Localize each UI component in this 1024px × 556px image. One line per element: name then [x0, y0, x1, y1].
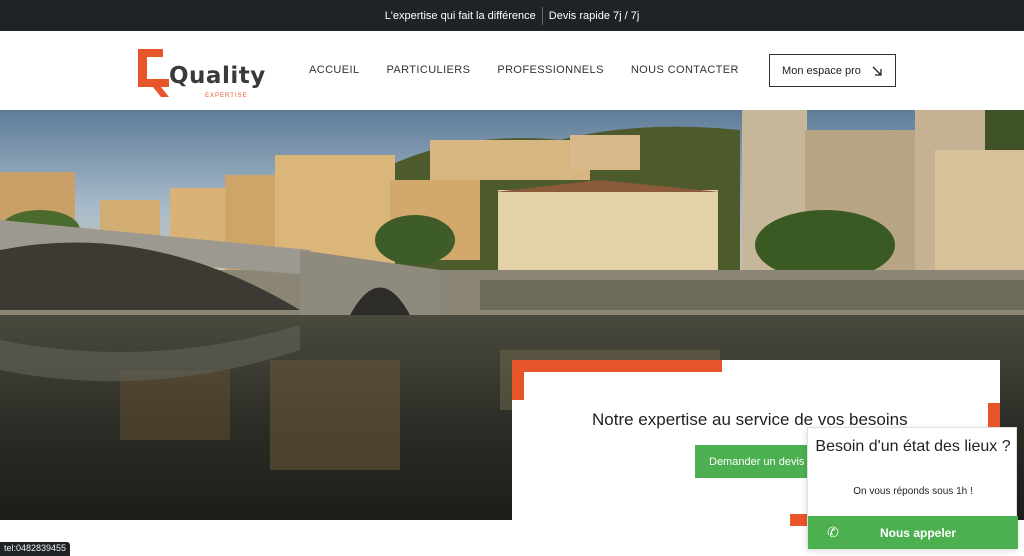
tagline-text: L'expertise qui fait la différence: [384, 9, 536, 22]
card-accent-left: [512, 360, 524, 400]
nav-item-accueil[interactable]: ACCUEIL: [309, 64, 359, 76]
site-header: Quality EXPERTISE ACCUEIL PARTICULIERS P…: [0, 31, 1024, 110]
call-button[interactable]: ✆ Nous appeler: [808, 516, 1018, 549]
divider: [541, 6, 543, 25]
call-button-label: Nous appeler: [879, 525, 957, 540]
logo-wordmark: Quality: [169, 63, 266, 89]
card-accent-top: [512, 360, 722, 372]
callback-widget: Besoin d'un état des lieux ? On vous rép…: [807, 427, 1018, 549]
widget-subtitle: On vous réponds sous 1h !: [853, 486, 973, 497]
pro-space-label: Mon espace pro: [782, 64, 861, 77]
logo[interactable]: Quality EXPERTISE: [135, 43, 265, 103]
request-quote-label: Demander un devis: [709, 455, 805, 468]
nav-item-particuliers[interactable]: PARTICULIERS: [386, 64, 470, 76]
link-status-tooltip: tel:0482839455: [0, 542, 71, 556]
announcement-bar: L'expertise qui fait la différence Devis…: [0, 0, 1024, 31]
request-quote-button[interactable]: Demander un devis: [695, 445, 815, 478]
quote-text: Devis rapide 7j / 7j: [548, 9, 640, 22]
page: L'expertise qui fait la différence Devis…: [0, 0, 1024, 556]
main-nav: ACCUEIL PARTICULIERS PROFESSIONNELS NOUS…: [309, 64, 739, 76]
phone-icon: ✆: [827, 524, 839, 540]
nav-item-professionnels[interactable]: PROFESSIONNELS: [497, 64, 603, 76]
nav-item-contact[interactable]: NOUS CONTACTER: [631, 64, 739, 76]
arrow-down-right-icon: [872, 66, 882, 76]
logo-subtitle: EXPERTISE: [205, 93, 248, 99]
pro-space-button[interactable]: Mon espace pro: [769, 54, 896, 87]
widget-title: Besoin d'un état des lieux ?: [815, 438, 1011, 455]
